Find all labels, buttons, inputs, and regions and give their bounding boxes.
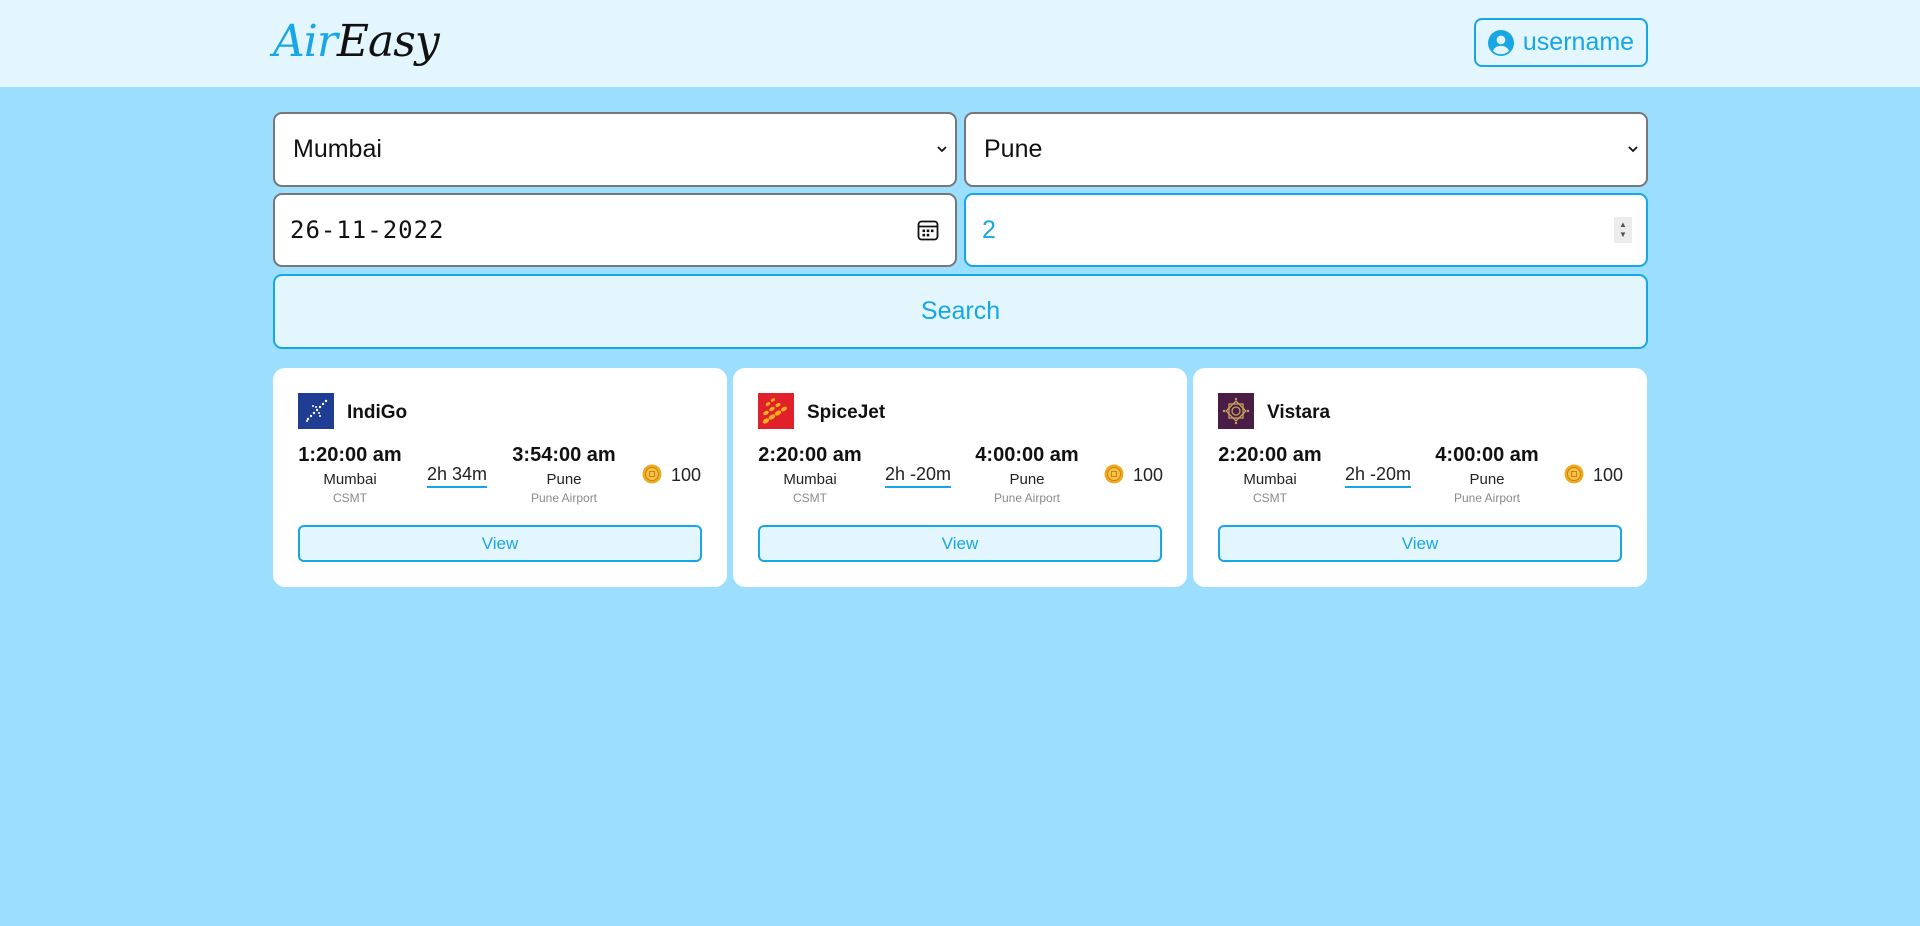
search-button[interactable]: Search xyxy=(273,274,1648,349)
view-flight-button[interactable]: View xyxy=(1218,525,1622,562)
top-navbar: AirEasy username xyxy=(0,0,1920,87)
coin-icon xyxy=(642,464,662,484)
coin-icon xyxy=(1564,464,1584,484)
flight-duration: 2h -20m xyxy=(1344,464,1412,488)
airline-name: IndiGo xyxy=(347,402,408,423)
view-flight-button[interactable]: View xyxy=(298,525,702,562)
flight-duration: 2h 34m xyxy=(426,464,488,488)
departure-time: 1:20:00 am xyxy=(298,444,402,466)
departure-city: Mumbai xyxy=(323,471,377,488)
from-city-value: Mumbai xyxy=(293,135,382,163)
vistara-logo-icon xyxy=(1218,393,1254,429)
from-city-select[interactable]: Mumbai xyxy=(273,112,957,187)
chevron-down-icon xyxy=(937,145,947,152)
passengers-input[interactable]: 2 ▲ ▼ xyxy=(964,193,1648,267)
departure-airport: CSMT xyxy=(333,491,367,505)
flight-card: Vistara 2:20:00 am Mumbai CSMT 2h -20m 4… xyxy=(1193,368,1647,587)
arrival-time: 4:00:00 am xyxy=(1435,444,1539,466)
calendar-icon[interactable] xyxy=(916,218,940,242)
departure-airport: CSMT xyxy=(793,491,827,505)
spinner-up-icon[interactable]: ▲ xyxy=(1619,220,1627,230)
user-circle-icon xyxy=(1487,29,1514,56)
username-label: username xyxy=(1522,28,1635,56)
flight-card: SpiceJet 2:20:00 am Mumbai CSMT 2h -20m … xyxy=(733,368,1187,587)
travel-date-input[interactable]: 26-11-2022 xyxy=(273,193,957,267)
departure-airport: CSMT xyxy=(1253,491,1287,505)
arrival-airport: Pune Airport xyxy=(530,491,598,505)
arrival-airport: Pune Airport xyxy=(993,491,1061,505)
price-value: 100 xyxy=(1133,465,1164,485)
departure-time: 2:20:00 am xyxy=(1218,444,1322,466)
coin-icon xyxy=(1104,464,1124,484)
passengers-value: 2 xyxy=(982,215,996,244)
arrival-city: Pune xyxy=(1469,471,1505,488)
price-value: 100 xyxy=(1593,465,1624,485)
departure-city: Mumbai xyxy=(783,471,837,488)
arrival-time: 4:00:00 am xyxy=(975,444,1079,466)
spicejet-logo-icon xyxy=(758,393,794,429)
flight-card: IndiGo 1:20:00 am Mumbai CSMT 2h 34m 3:5… xyxy=(273,368,727,587)
arrival-city: Pune xyxy=(1009,471,1045,488)
user-account-button[interactable]: username xyxy=(1474,18,1648,67)
departure-time: 2:20:00 am xyxy=(758,444,862,466)
arrival-time: 3:54:00 am xyxy=(512,444,616,466)
app-logo[interactable]: AirEasy xyxy=(273,14,440,70)
price-value: 100 xyxy=(671,465,702,485)
airline-name: SpiceJet xyxy=(807,402,886,423)
flight-duration: 2h -20m xyxy=(884,464,952,488)
indigo-logo-icon xyxy=(298,393,334,429)
number-spinner[interactable]: ▲ ▼ xyxy=(1614,217,1632,243)
to-city-select[interactable]: Pune xyxy=(964,112,1648,187)
to-city-value: Pune xyxy=(984,135,1043,163)
arrival-city: Pune xyxy=(546,471,582,488)
spinner-down-icon[interactable]: ▼ xyxy=(1619,230,1627,240)
view-flight-button[interactable]: View xyxy=(758,525,1162,562)
chevron-down-icon xyxy=(1628,145,1638,152)
airline-name: Vistara xyxy=(1267,402,1331,423)
logo-air-text: Air xyxy=(273,16,338,67)
travel-date-value: 26-11-2022 xyxy=(290,216,445,244)
arrival-airport: Pune Airport xyxy=(1453,491,1521,505)
departure-city: Mumbai xyxy=(1243,471,1297,488)
logo-easy-text: Easy xyxy=(336,16,440,67)
